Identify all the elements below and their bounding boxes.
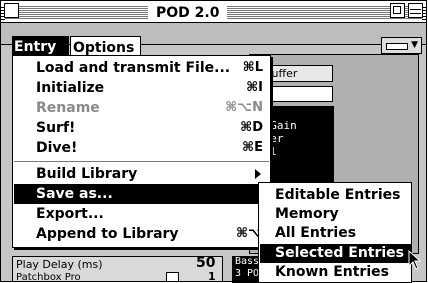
patchbox-value: 1 [208, 270, 216, 283]
menu-item-export[interactable]: Export... [14, 204, 269, 224]
menu-item-build-library[interactable]: Build Library [14, 164, 269, 184]
menu-item-label: Append to Library [36, 226, 179, 242]
submenu-item-all-entries[interactable]: All Entries [260, 224, 412, 243]
window-title: POD 2.0 [156, 5, 220, 21]
menu-item-label: Load and transmit File... [36, 60, 231, 76]
submenu-item-label: Known Entries [275, 264, 389, 280]
submenu-item-memory[interactable]: Memory [260, 205, 412, 224]
menu-options[interactable]: Options [70, 36, 141, 56]
submenu-item-label: Memory [275, 206, 339, 222]
submenu-item-label: Selected Entries [275, 245, 405, 261]
menu-item-label: Export... [36, 206, 104, 222]
menu-item-rename: Rename ⌘⌥N [14, 98, 269, 118]
menu-item-label: Build Library [36, 166, 138, 182]
play-delay-value[interactable]: 50 [196, 255, 215, 271]
close-box[interactable] [4, 3, 19, 18]
submenu-item-known-entries[interactable]: Known Entries [260, 263, 412, 282]
submenu-item-selected-entries[interactable]: Selected Entries [260, 244, 412, 263]
save-as-submenu: Editable Entries Memory All Entries Sele… [258, 182, 412, 283]
menu-item-shortcut: ⌘⌥N [225, 100, 263, 115]
menu-item-save-as[interactable]: Save as... [14, 184, 269, 204]
menu-entry[interactable]: Entry [12, 36, 69, 56]
menu-item-label: Surf! [36, 120, 76, 136]
menu-item-label: Rename [36, 100, 100, 116]
submenu-item-label: All Entries [275, 225, 357, 241]
patchbox-label: Patchbox Pro [16, 272, 81, 283]
cable-icon [386, 43, 408, 50]
menu-item-shortcut: ⌘L [242, 60, 263, 75]
menu-item-label: Save as... [36, 186, 113, 202]
mouse-pointer-icon [408, 250, 422, 270]
menu-item-append-library[interactable]: Append to Library ⌘⌥ [14, 224, 269, 244]
zoom-box[interactable] [390, 3, 405, 18]
cable-dropdown[interactable]: ▼ [381, 37, 422, 54]
menu-separator [14, 161, 269, 162]
menu-options-label: Options [73, 40, 135, 56]
menu-item-label: Initialize [36, 80, 105, 96]
patchbox-checkbox[interactable] [166, 272, 179, 282]
collapse-box[interactable] [408, 3, 423, 18]
menu-item-load-transmit[interactable]: Load and transmit File... ⌘L [14, 58, 269, 78]
menu-entry-label: Entry [14, 39, 57, 55]
submenu-item-label: Editable Entries [275, 187, 401, 203]
menu-item-shortcut: ⌘I [246, 80, 263, 95]
play-delay-label: Play Delay (ms) [16, 258, 103, 271]
menu-item-shortcut: ⌘E [242, 140, 263, 155]
menu-item-surf[interactable]: Surf! ⌘D [14, 118, 269, 138]
chevron-down-icon: ▼ [411, 40, 418, 50]
menu-item-initialize[interactable]: Initialize ⌘I [14, 78, 269, 98]
submenu-arrow-icon [255, 169, 261, 179]
menu-item-label: Dive! [36, 140, 78, 156]
window-title-wrap: POD 2.0 [148, 2, 228, 21]
submenu-item-editable-entries[interactable]: Editable Entries [260, 186, 412, 205]
menu-item-shortcut: ⌘D [240, 120, 263, 135]
entry-dropdown-menu: Load and transmit File... ⌘L Initialize … [12, 55, 271, 248]
menu-item-dive[interactable]: Dive! ⌘E [14, 138, 269, 158]
